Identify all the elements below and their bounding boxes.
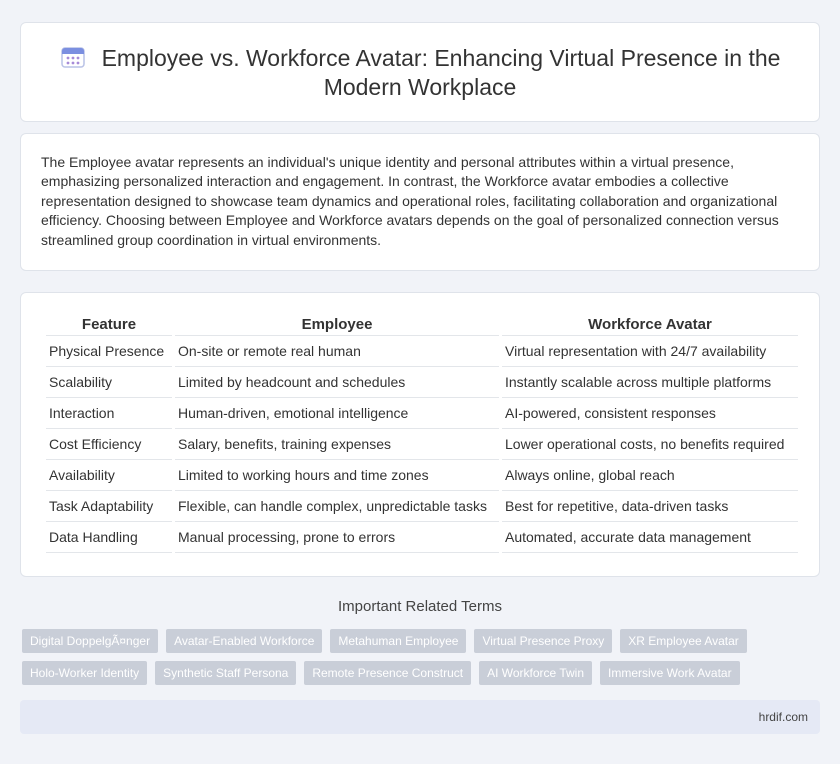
comparison-table: Feature Employee Workforce Avatar Physic…	[43, 315, 801, 553]
related-term-tag[interactable]: Digital DoppelgÃ¤nger	[22, 629, 159, 653]
intro-paragraph: The Employee avatar represents an indivi…	[41, 154, 779, 248]
cell-workforce: Lower operational costs, no benefits req…	[502, 429, 798, 460]
cell-workforce: Best for repetitive, data-driven tasks	[502, 491, 798, 522]
header-card: Employee vs. Workforce Avatar: Enhancing…	[20, 22, 820, 122]
cell-feature: Scalability	[46, 367, 172, 398]
related-terms-list: Digital DoppelgÃ¤nger Avatar-Enabled Wor…	[22, 629, 822, 685]
related-terms-heading: Important Related Terms	[338, 598, 502, 615]
table-row: Scalability Limited by headcount and sch…	[46, 367, 798, 398]
cell-employee: Limited to working hours and time zones	[175, 460, 499, 491]
page-title-wrap: Employee vs. Workforce Avatar: Enhancing…	[21, 44, 819, 102]
cell-feature: Physical Presence	[46, 336, 172, 367]
related-term-tag[interactable]: Synthetic Staff Persona	[155, 661, 297, 685]
cell-employee: Limited by headcount and schedules	[175, 367, 499, 398]
cell-employee: Flexible, can handle complex, unpredicta…	[175, 491, 499, 522]
cell-workforce: Always online, global reach	[502, 460, 798, 491]
table-row: Task Adaptability Flexible, can handle c…	[46, 491, 798, 522]
calendar-icon	[60, 47, 85, 68]
intro-card: The Employee avatar represents an indivi…	[20, 133, 820, 271]
related-term-tag[interactable]: Virtual Presence Proxy	[474, 629, 613, 653]
related-term-tag[interactable]: Holo-Worker Identity	[22, 661, 148, 685]
page-title: Employee vs. Workforce Avatar: Enhancing…	[101, 45, 781, 100]
cell-employee: Manual processing, prone to errors	[175, 522, 499, 553]
footer-site-link[interactable]: hrdif.com	[759, 710, 808, 724]
related-term-tag[interactable]: XR Employee Avatar	[620, 629, 747, 653]
footer-bar: hrdif.com	[20, 700, 820, 734]
cell-employee: Salary, benefits, training expenses	[175, 429, 499, 460]
cell-feature: Cost Efficiency	[46, 429, 172, 460]
related-term-tag[interactable]: Immersive Work Avatar	[600, 661, 740, 685]
header-employee: Employee	[175, 315, 499, 336]
table-header-row: Feature Employee Workforce Avatar	[46, 315, 798, 336]
related-term-tag[interactable]: Metahuman Employee	[330, 629, 467, 653]
related-term-tag[interactable]: AI Workforce Twin	[479, 661, 592, 685]
related-term-tag[interactable]: Remote Presence Construct	[304, 661, 472, 685]
cell-feature: Availability	[46, 460, 172, 491]
header-workforce-avatar: Workforce Avatar	[502, 315, 798, 336]
comparison-card: Feature Employee Workforce Avatar Physic…	[20, 292, 820, 577]
cell-employee: On-site or remote real human	[175, 336, 499, 367]
cell-workforce: Automated, accurate data management	[502, 522, 798, 553]
table-row: Availability Limited to working hours an…	[46, 460, 798, 491]
related-term-tag[interactable]: Avatar-Enabled Workforce	[166, 629, 323, 653]
table-row: Physical Presence On-site or remote real…	[46, 336, 798, 367]
cell-feature: Interaction	[46, 398, 172, 429]
table-row: Cost Efficiency Salary, benefits, traini…	[46, 429, 798, 460]
header-feature: Feature	[46, 315, 172, 336]
cell-workforce: Virtual representation with 24/7 availab…	[502, 336, 798, 367]
table-row: Data Handling Manual processing, prone t…	[46, 522, 798, 553]
cell-workforce: Instantly scalable across multiple platf…	[502, 367, 798, 398]
cell-feature: Data Handling	[46, 522, 172, 553]
cell-feature: Task Adaptability	[46, 491, 172, 522]
cell-employee: Human-driven, emotional intelligence	[175, 398, 499, 429]
table-row: Interaction Human-driven, emotional inte…	[46, 398, 798, 429]
cell-workforce: AI-powered, consistent responses	[502, 398, 798, 429]
